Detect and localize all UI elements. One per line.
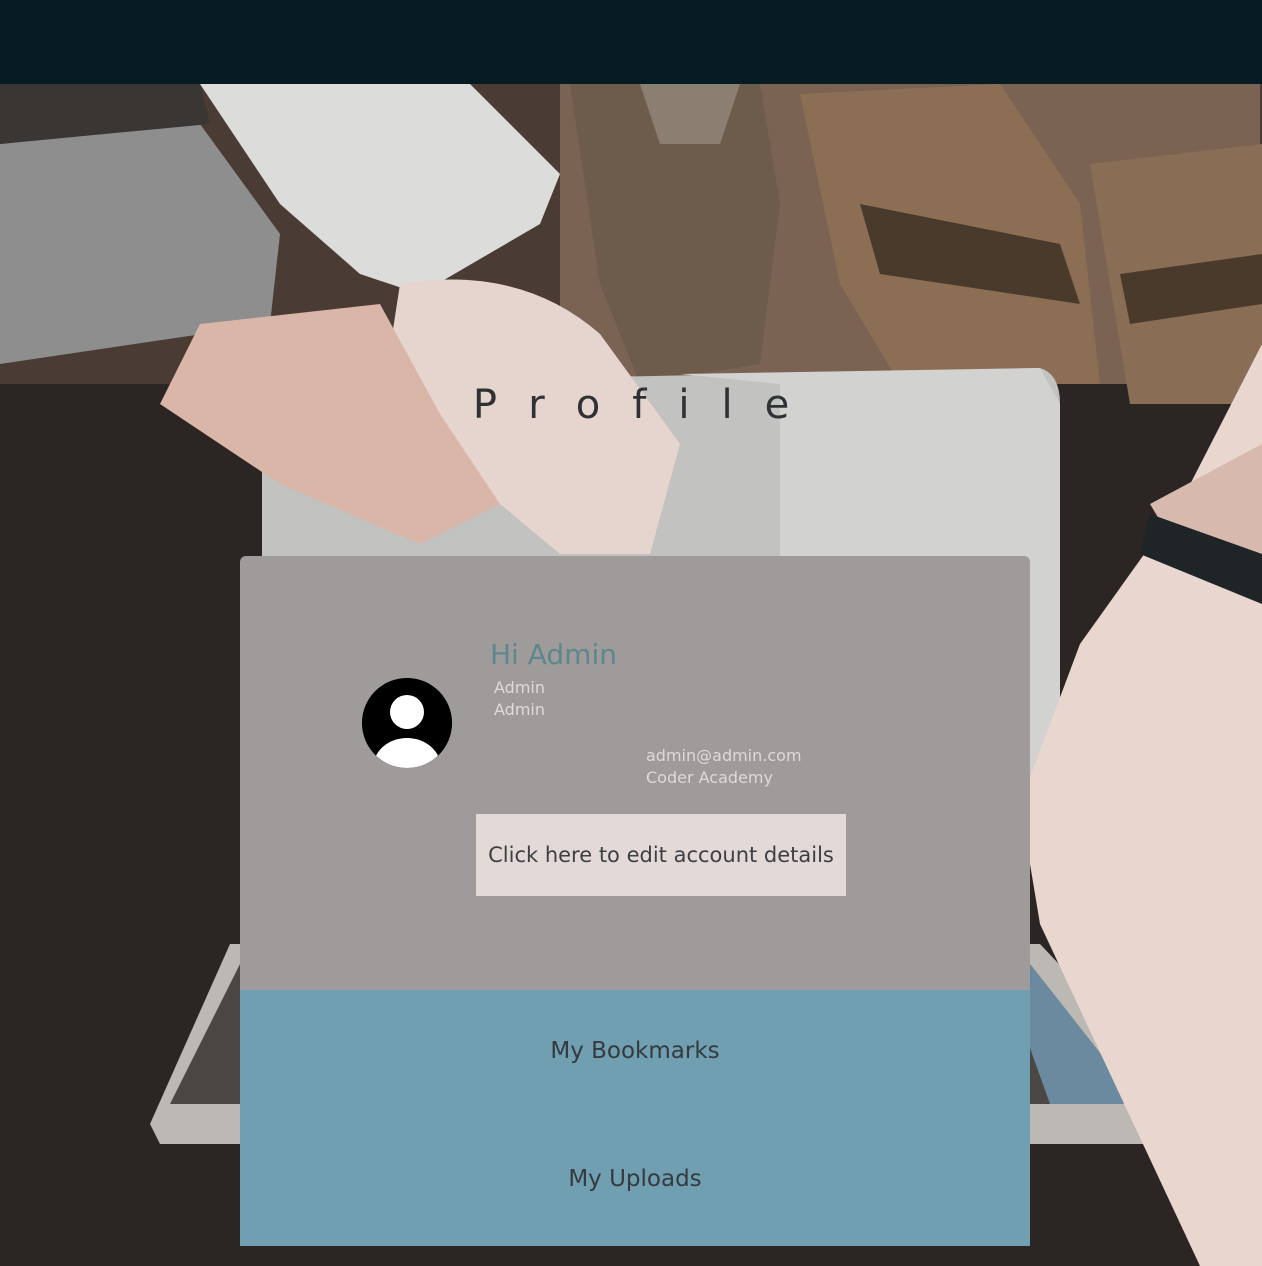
profile-links-panel: My Bookmarks My Uploads [240,990,1030,1246]
profile-card: Hi Admin Admin Admin admin@admin.com Cod… [240,556,1030,1246]
my-uploads-link[interactable]: My Uploads [240,1166,1030,1192]
my-bookmarks-link[interactable]: My Bookmarks [240,1038,1030,1064]
user-avatar-icon [362,678,452,768]
page-title: Profile [472,382,822,428]
greeting-heading: Hi Admin [490,638,617,671]
email-address: admin@admin.com [646,746,802,765]
profile-details-panel: Hi Admin Admin Admin admin@admin.com Cod… [240,556,1030,990]
profile-page: Profile Hi Admin Admin Admin admin@admin… [0,0,1262,1266]
last-name: Admin [494,700,545,719]
edit-account-button[interactable]: Click here to edit account details [476,814,846,896]
first-name: Admin [494,678,545,697]
organization-name: Coder Academy [646,768,773,787]
top-navigation-bar [0,0,1262,84]
